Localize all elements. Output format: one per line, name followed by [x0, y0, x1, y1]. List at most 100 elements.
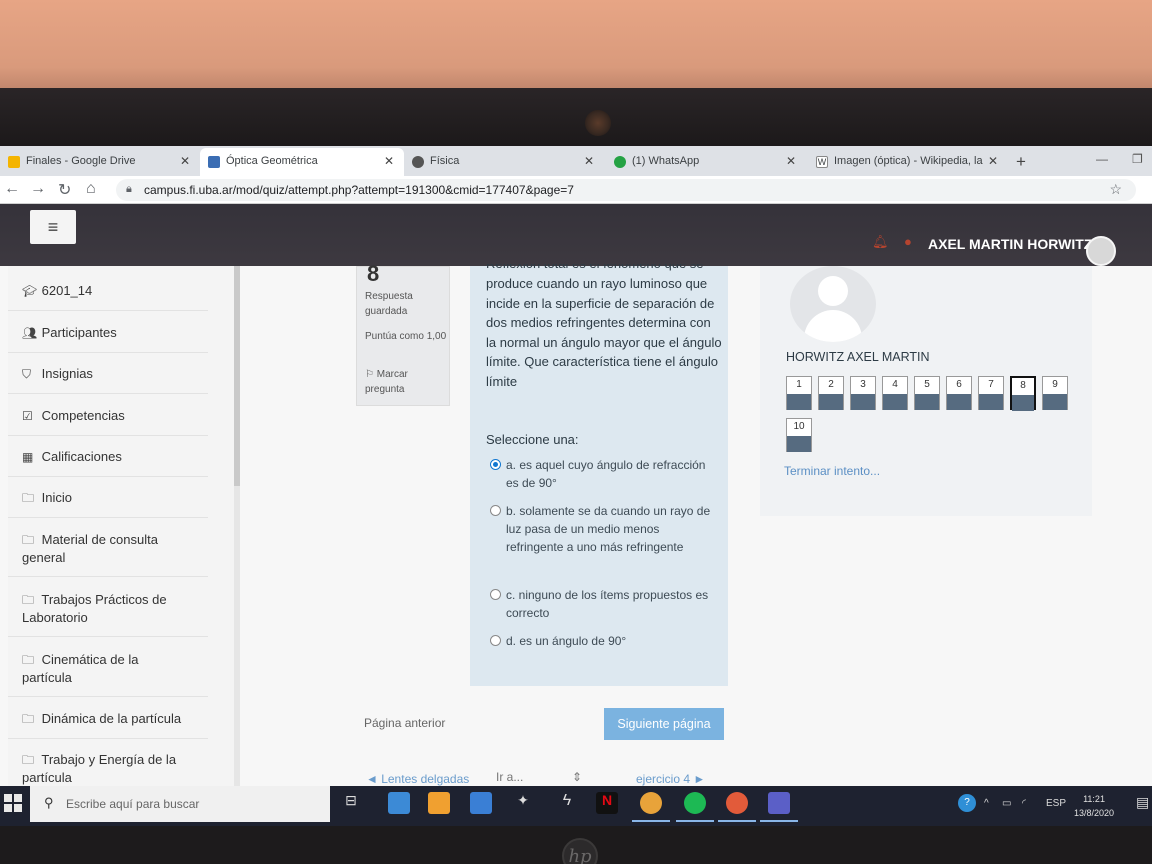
sidebar-item-participantes[interactable]: 👥︎ Participantes — [8, 324, 208, 342]
taskbar-clock[interactable]: 11:21 13/8/2020 — [1074, 792, 1114, 820]
netflix-icon[interactable]: N — [596, 792, 618, 814]
question-nav-label: 7 — [988, 379, 994, 390]
scrollbar-thumb[interactable] — [234, 266, 240, 486]
question-nav-button[interactable]: 2 — [818, 376, 844, 410]
forward-icon[interactable]: → — [30, 180, 46, 198]
question-nav-button[interactable]: 9 — [1042, 376, 1068, 410]
task-view-icon[interactable]: ⊟ — [340, 792, 362, 814]
notifications-bell-icon[interactable]: 🔔︎ — [872, 234, 889, 250]
folder-icon: 🗀 — [22, 533, 35, 547]
sidebar-item-dinamica[interactable]: 🗀 Dinámica de la partícula — [8, 710, 208, 728]
reload-icon[interactable]: ↻ — [58, 180, 71, 200]
previous-activity-link[interactable]: ◄ Lentes delgadas — [366, 772, 469, 786]
question-nav-button[interactable]: 6 — [946, 376, 972, 410]
folder-icon: 🗀 — [22, 653, 35, 667]
shield-icon: ⛉ — [22, 367, 32, 381]
back-icon[interactable]: ← — [4, 180, 20, 198]
sidebar-item-material[interactable]: 🗀 Material de consulta general — [8, 531, 188, 567]
users-icon: 👥︎ — [22, 326, 38, 340]
question-status: Respuesta guardada — [365, 291, 413, 317]
sidebar-item-calificaciones[interactable]: ▦ Calificaciones — [8, 448, 208, 466]
spotify-icon[interactable] — [684, 792, 706, 814]
sidebar-item-trabajo-energia[interactable]: 🗀 Trabajo y Energía de la partícula — [8, 751, 188, 786]
menu-toggle-button[interactable]: ≡ — [30, 210, 76, 244]
answered-indicator — [883, 394, 907, 410]
file-explorer-icon[interactable] — [388, 792, 410, 814]
messages-icon[interactable]: ● — [904, 234, 912, 249]
question-nav-button[interactable]: 3 — [850, 376, 876, 410]
tab-whatsapp[interactable]: (1) WhatsApp ✕ — [606, 148, 806, 176]
sidebar-item-insignias[interactable]: ⛉ Insignias — [8, 365, 208, 383]
finish-attempt-link[interactable]: Terminar intento... — [784, 464, 880, 478]
question-nav-button[interactable]: 7 — [978, 376, 1004, 410]
close-tab-icon[interactable]: ✕ — [384, 154, 394, 168]
bookmark-star-icon[interactable]: ☆ — [1109, 181, 1122, 198]
home-icon[interactable]: ⌂ — [86, 180, 96, 198]
sidebar-item-inicio[interactable]: 🗀 Inicio — [8, 489, 208, 507]
radio-button[interactable] — [490, 589, 501, 600]
battery-icon[interactable]: ▭ — [1002, 798, 1011, 809]
question-nav-label: 1 — [796, 379, 802, 390]
avatar[interactable] — [1086, 236, 1116, 266]
new-tab-button[interactable]: + — [1016, 152, 1026, 172]
tab-fisica[interactable]: Física ✕ — [404, 148, 604, 176]
question-number: 8 — [367, 261, 380, 286]
tab-google-drive[interactable]: Finales - Google Drive ✕ — [0, 148, 200, 176]
close-tab-icon[interactable]: ✕ — [180, 154, 190, 168]
next-activity-link[interactable]: ejercicio 4 ► — [636, 772, 705, 786]
divider — [8, 352, 208, 353]
windows-taskbar: ⚲ Escribe aquí para buscar ⊟ ✦ ϟ N ? ^ ▭… — [0, 786, 1152, 826]
sidebar-item-cinematica[interactable]: 🗀 Cinemática de la partícula — [8, 651, 168, 687]
sidebar-item-trabajos-practicos[interactable]: 🗀 Trabajos Prácticos de Laboratorio — [8, 591, 188, 627]
winamp-icon[interactable]: ϟ — [556, 792, 578, 814]
minimize-icon[interactable]: — — [1096, 152, 1108, 166]
teams-icon[interactable] — [768, 792, 790, 814]
help-icon[interactable]: ? — [958, 794, 976, 812]
question-nav-label: 5 — [924, 379, 930, 390]
folder-icon: 🗀 — [22, 491, 35, 505]
opera-icon[interactable] — [726, 792, 748, 814]
answered-indicator — [979, 394, 1003, 410]
active-app-indicator — [632, 820, 670, 822]
next-page-button[interactable]: Siguiente página — [604, 708, 724, 740]
language-indicator[interactable]: ESP — [1046, 798, 1066, 809]
dropbox-icon[interactable]: ✦ — [512, 792, 534, 814]
radio-button[interactable] — [490, 635, 501, 646]
question-nav-button[interactable]: 10 — [786, 418, 812, 452]
lock-icon: 🔒︎ — [126, 183, 132, 195]
whatsapp-icon — [614, 156, 626, 168]
notifications-icon[interactable]: ▤ — [1136, 794, 1149, 811]
graduation-cap-icon: 🎓︎ — [22, 284, 38, 298]
taskbar-search-input[interactable]: ⚲ Escribe aquí para buscar — [30, 786, 330, 822]
flag-icon: ⚐ — [365, 369, 374, 380]
chevron-up-icon[interactable]: ^ — [984, 798, 989, 809]
question-content: Reflexión total es el fenómeno que se pr… — [470, 264, 728, 686]
radio-button[interactable] — [490, 459, 501, 470]
url-field[interactable]: 🔒︎ campus.fi.uba.ar/mod/quiz/attempt.php… — [116, 179, 1136, 201]
question-nav-button[interactable]: 8 — [1010, 376, 1036, 411]
question-nav-button[interactable]: 1 — [786, 376, 812, 410]
close-tab-icon[interactable]: ✕ — [786, 154, 796, 168]
mail-icon[interactable] — [470, 792, 492, 814]
radio-button[interactable] — [490, 505, 501, 516]
question-nav-button[interactable]: 4 — [882, 376, 908, 410]
sidebar-item-competencias[interactable]: ☑ Competencias — [8, 407, 208, 425]
close-tab-icon[interactable]: ✕ — [584, 154, 594, 168]
store-icon[interactable] — [428, 792, 450, 814]
restore-icon[interactable]: ❐ — [1132, 152, 1143, 166]
folder-icon: 🗀 — [22, 712, 35, 726]
close-tab-icon[interactable]: ✕ — [988, 154, 998, 168]
tab-wikipedia[interactable]: W Imagen (óptica) - Wikipedia, la ✕ — [808, 148, 1008, 176]
divider — [8, 696, 208, 697]
sidebar-scrollbar[interactable] — [234, 266, 240, 786]
question-nav-button[interactable]: 5 — [914, 376, 940, 410]
windows-start-icon[interactable] — [4, 794, 24, 814]
chrome-icon[interactable] — [640, 792, 662, 814]
flag-question-link[interactable]: ⚐ Marcar pregunta — [365, 367, 447, 397]
jump-to-select[interactable]: Ir a... ⇕ — [492, 770, 586, 786]
wifi-icon[interactable]: ◜ — [1022, 798, 1026, 809]
previous-page-button[interactable]: Página anterior — [364, 716, 445, 730]
user-name[interactable]: AXEL MARTIN HORWITZ — [928, 236, 1092, 252]
tab-optica-geometrica[interactable]: Óptica Geométrica ✕ — [200, 148, 404, 176]
sidebar-item-course[interactable]: 🎓︎ 6201_14 — [8, 282, 208, 300]
